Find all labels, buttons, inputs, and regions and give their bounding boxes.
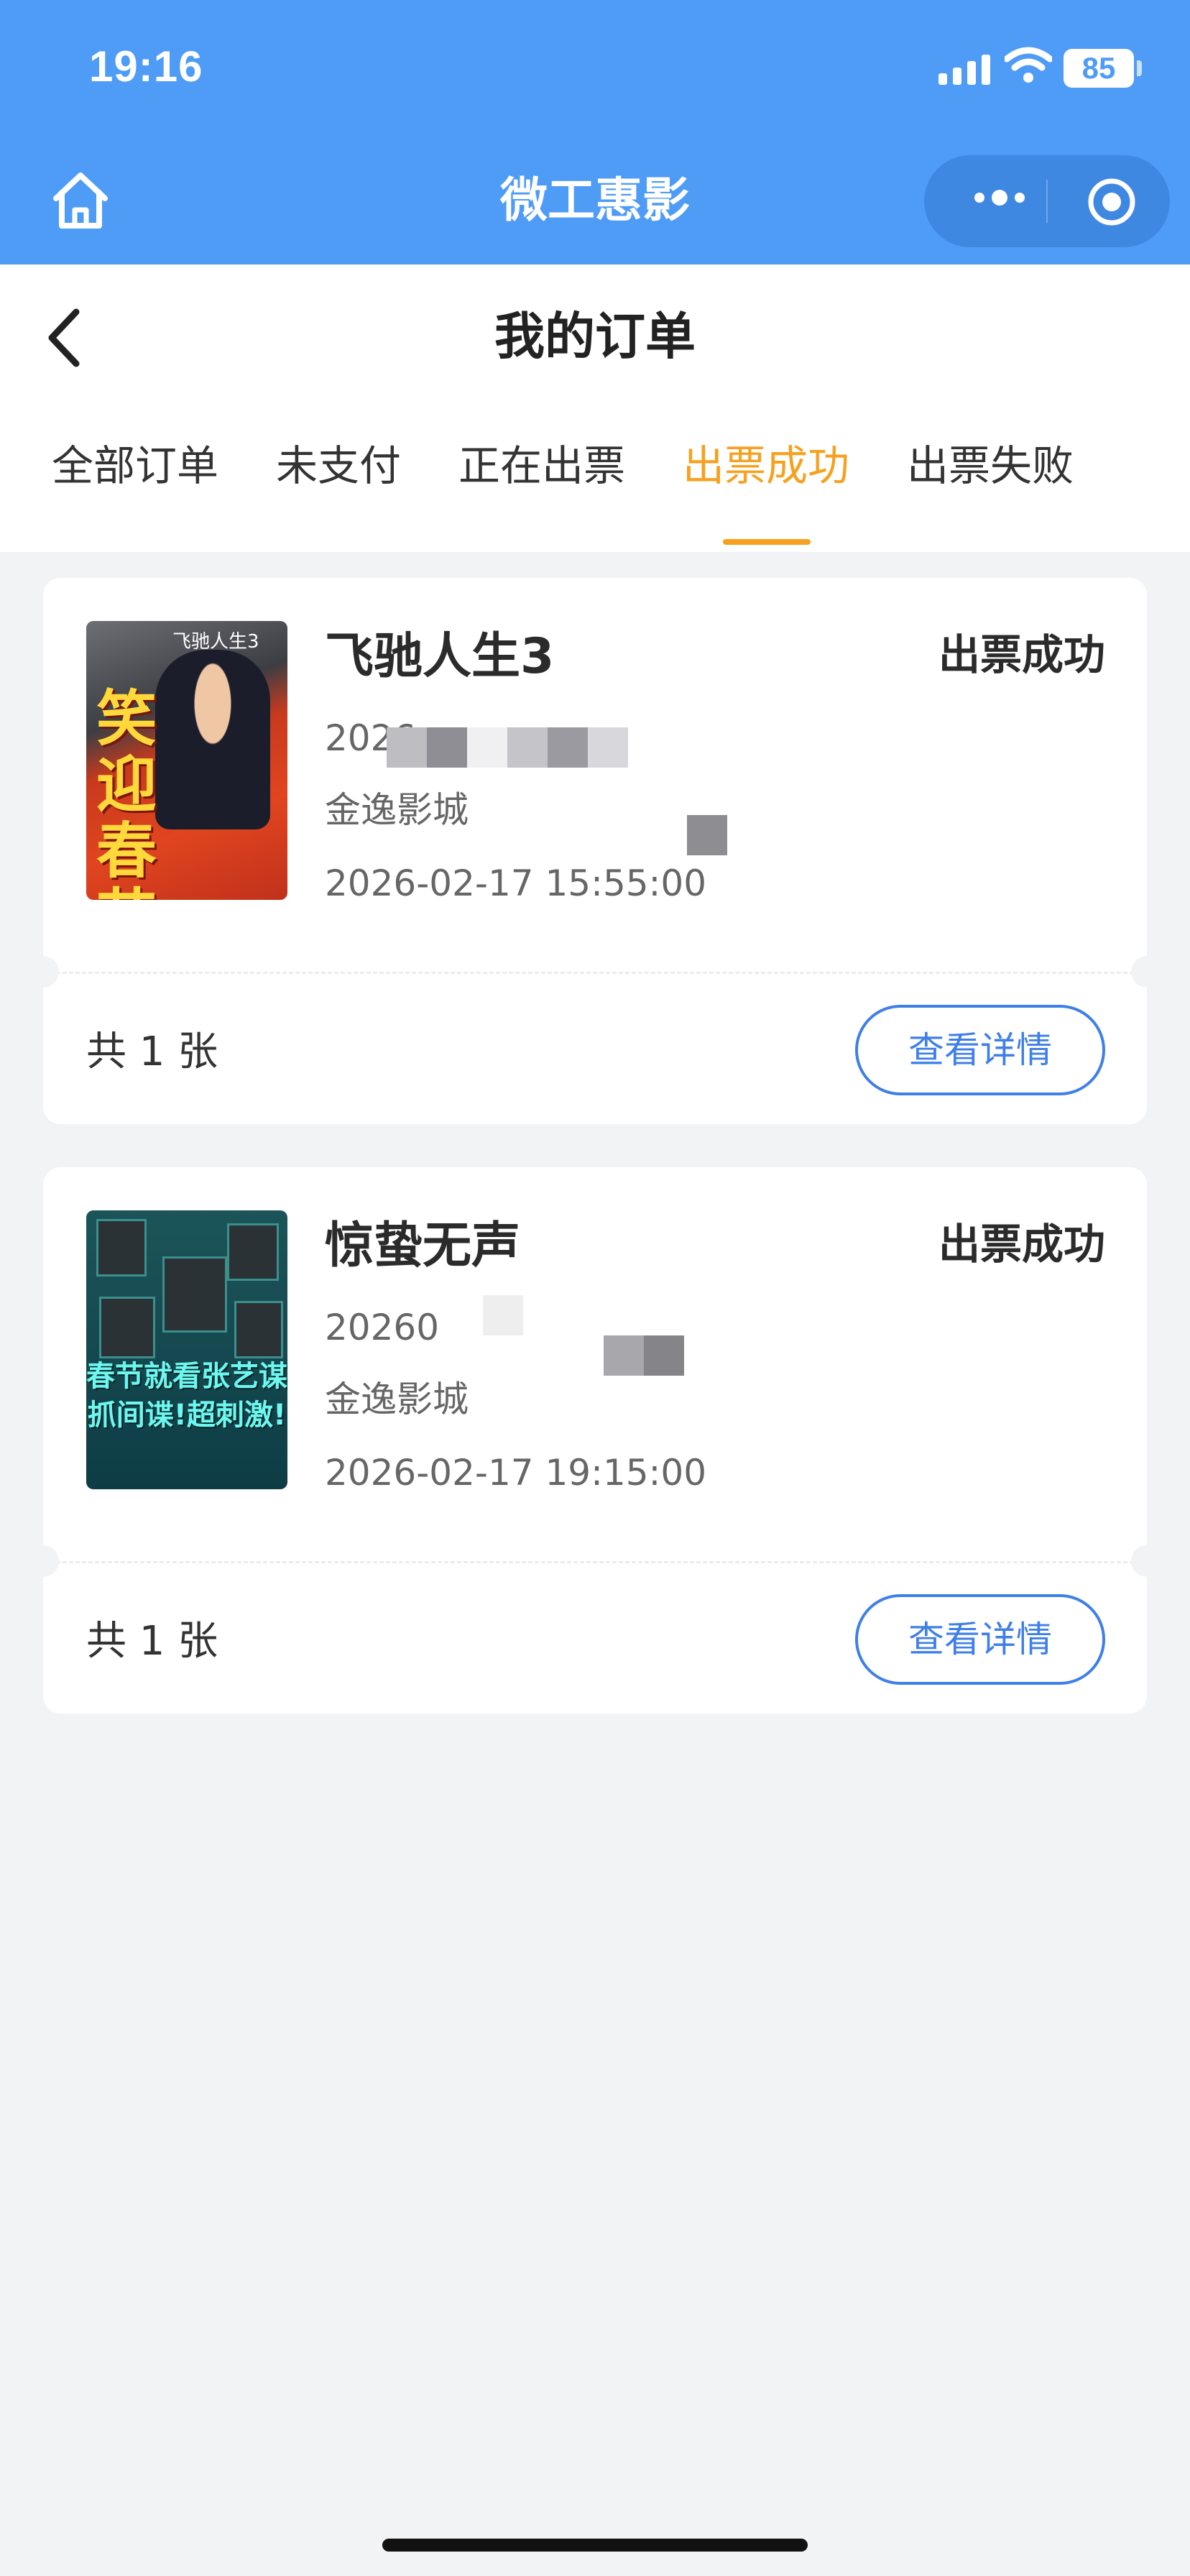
showtime: 2026-02-17 19:15:00 bbox=[325, 1452, 707, 1494]
ticket-count: 共 1 张 bbox=[86, 1618, 218, 1665]
poster-tag: 飞驰人生3 bbox=[172, 631, 259, 653]
poster-slogan-line: 春节就看张艺谋 bbox=[86, 1360, 287, 1393]
movie-title: 惊蛰无声 bbox=[325, 1218, 521, 1274]
order-card[interactable]: 春节就看张艺谋 抓间谍!超刺激! 惊蛰无声 出票成功 20260 金逸影城 20… bbox=[27, 1167, 1163, 1714]
redaction-mosaic bbox=[483, 1295, 523, 1335]
order-number: 20260 bbox=[325, 1307, 440, 1348]
cinema-name: 金逸影城 bbox=[325, 789, 469, 831]
poster-faces bbox=[93, 1216, 283, 1360]
tab-issued-success[interactable]: 出票成功 bbox=[683, 430, 849, 502]
order-status: 出票成功 bbox=[938, 1220, 1105, 1269]
ticket-notch bbox=[27, 1545, 59, 1577]
active-tab-indicator bbox=[723, 539, 811, 545]
battery-tip bbox=[1137, 60, 1142, 76]
movie-poster: 飞驰人生3 笑迎春节 bbox=[86, 621, 287, 900]
tab-issue-failed[interactable]: 出票失败 bbox=[907, 430, 1074, 502]
view-details-button[interactable]: 查看详情 bbox=[855, 1594, 1105, 1685]
capsule-divider bbox=[1046, 180, 1048, 223]
home-indicator bbox=[382, 2539, 808, 2552]
ticket-count: 共 1 张 bbox=[86, 1029, 218, 1075]
redaction-mosaic bbox=[387, 727, 628, 768]
cellular-signal-icon bbox=[938, 55, 990, 85]
wifi-icon bbox=[1005, 47, 1052, 83]
app-header: 19:16 85 微工惠影 bbox=[0, 0, 1190, 264]
showtime: 2026-02-17 15:55:00 bbox=[325, 862, 707, 904]
ticket-notch bbox=[27, 956, 59, 988]
poster-slogan-line: 抓间谍!超刺激! bbox=[87, 1399, 287, 1432]
tab-issuing[interactable]: 正在出票 bbox=[458, 430, 625, 502]
tab-all-orders[interactable]: 全部订单 bbox=[52, 430, 218, 502]
ticket-notch bbox=[1131, 956, 1163, 988]
poster-figure bbox=[155, 650, 270, 829]
order-tabs: 全部订单 未支付 正在出票 出票成功 出票失败 bbox=[0, 430, 1190, 509]
dashed-divider bbox=[43, 972, 1147, 974]
view-details-button[interactable]: 查看详情 bbox=[855, 1005, 1105, 1095]
tab-unpaid[interactable]: 未支付 bbox=[276, 430, 401, 502]
ticket-notch bbox=[1131, 1545, 1163, 1577]
mini-app-capsule bbox=[924, 155, 1170, 247]
poster-slogan: 笑迎春节 bbox=[96, 684, 157, 900]
battery-icon: 85 bbox=[1064, 49, 1134, 88]
status-time: 19:16 bbox=[89, 42, 203, 91]
redaction-mosaic bbox=[604, 1335, 684, 1376]
close-mini-app-icon[interactable] bbox=[1087, 177, 1137, 227]
order-status: 出票成功 bbox=[938, 630, 1105, 679]
movie-title: 飞驰人生3 bbox=[325, 628, 555, 685]
more-icon[interactable] bbox=[974, 190, 1025, 206]
cinema-name: 金逸影城 bbox=[325, 1379, 469, 1420]
redaction-mosaic bbox=[687, 815, 727, 855]
page-navbar: 我的订单 全部订单 未支付 正在出票 出票成功 出票失败 bbox=[0, 264, 1190, 552]
dashed-divider bbox=[43, 1561, 1147, 1563]
page-title: 我的订单 bbox=[494, 307, 696, 366]
order-card[interactable]: 飞驰人生3 笑迎春节 飞驰人生3 出票成功 2026 金逸影城 2026-02-… bbox=[27, 578, 1163, 1124]
movie-poster: 春节就看张艺谋 抓间谍!超刺激! bbox=[86, 1210, 287, 1489]
poster-slogan: 春节就看张艺谋 抓间谍!超刺激! bbox=[86, 1357, 287, 1435]
